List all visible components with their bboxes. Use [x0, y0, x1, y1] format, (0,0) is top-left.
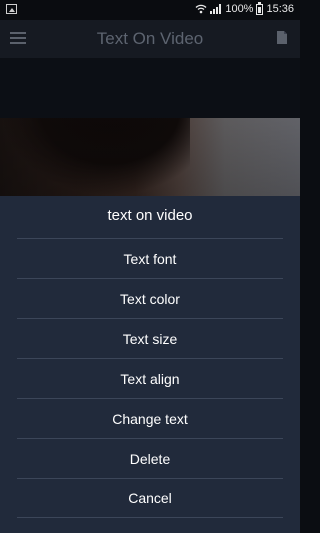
text-size-option[interactable]: Text size — [17, 318, 283, 358]
status-bar-right: 100% 15:36 — [195, 1, 294, 15]
change-text-option[interactable]: Change text — [17, 398, 283, 438]
app-toolbar: Text On Video — [0, 20, 300, 58]
signal-icon — [210, 4, 222, 14]
battery-percentage: 100% — [225, 3, 254, 15]
video-area — [0, 58, 300, 118]
battery-icon — [256, 1, 264, 15]
options-sheet: text on video Text font Text color Text … — [0, 196, 300, 533]
wifi-icon — [195, 4, 207, 14]
clock: 15:36 — [266, 3, 294, 15]
status-bar: 100% 15:36 — [0, 0, 300, 20]
file-icon[interactable] — [276, 30, 288, 45]
text-align-option[interactable]: Text align — [17, 358, 283, 398]
options-list: Text font Text color Text size Text alig… — [17, 238, 283, 518]
video-preview — [0, 118, 300, 196]
cancel-option[interactable]: Cancel — [17, 478, 283, 518]
text-font-option[interactable]: Text font — [17, 238, 283, 278]
image-icon — [6, 4, 17, 14]
page-title: Text On Video — [96, 29, 204, 48]
text-color-option[interactable]: Text color — [17, 278, 283, 318]
status-bar-left — [6, 4, 17, 14]
delete-option[interactable]: Delete — [17, 438, 283, 478]
sheet-title: text on video — [107, 207, 193, 224]
